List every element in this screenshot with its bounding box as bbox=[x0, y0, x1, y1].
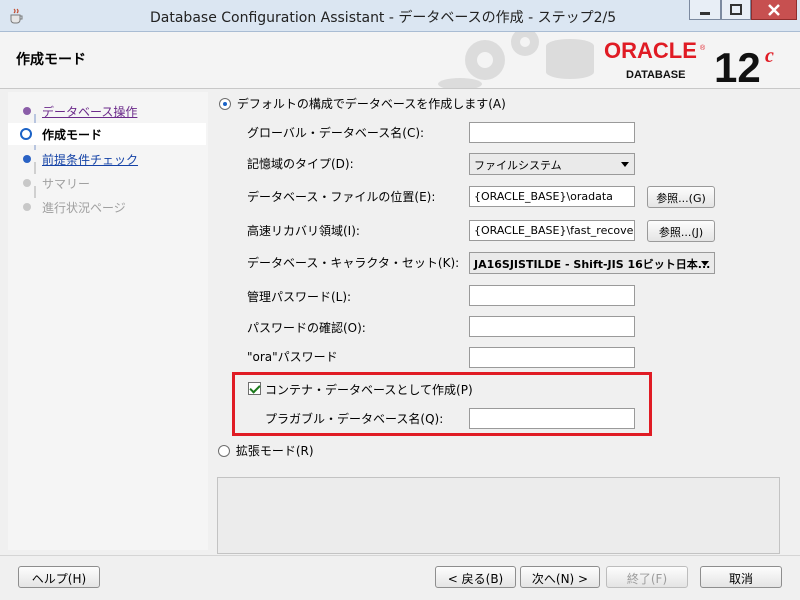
close-icon bbox=[768, 4, 780, 16]
step-pending-icon bbox=[23, 155, 31, 163]
step-disabled-icon bbox=[23, 203, 31, 211]
charset-label: データベース・キャラクタ・セット(K): bbox=[247, 256, 460, 270]
storage-type-value: ファイルシステム bbox=[474, 159, 562, 172]
gears-decoration-icon bbox=[438, 32, 594, 88]
storage-type-label: 記憶域のタイプ(D): bbox=[247, 157, 354, 171]
svg-text:ORACLE: ORACLE bbox=[604, 38, 697, 63]
finish-button: 終了(F) bbox=[606, 566, 688, 588]
svg-text:®: ® bbox=[700, 44, 706, 52]
db-file-browse-button[interactable]: 参照...(G) bbox=[647, 186, 715, 208]
minimize-icon bbox=[700, 12, 710, 15]
nav-item-summary: サマリー bbox=[8, 172, 206, 194]
nav-item-prerequisite-check[interactable]: 前提条件チェック bbox=[8, 148, 206, 170]
admin-password-input[interactable] bbox=[469, 285, 635, 306]
ora-password-input[interactable] bbox=[469, 347, 635, 368]
confirm-password-label: パスワードの確認(O): bbox=[247, 321, 366, 335]
divider bbox=[0, 555, 800, 556]
nav-item-progress: 進行状況ページ bbox=[8, 196, 206, 218]
svg-text:DATABASE: DATABASE bbox=[626, 69, 685, 81]
description-panel bbox=[217, 477, 780, 554]
step-disabled-icon bbox=[23, 179, 31, 187]
nav-item-label: データベース操作 bbox=[42, 105, 138, 119]
java-cup-icon bbox=[10, 8, 23, 24]
minimize-button[interactable] bbox=[689, 0, 721, 20]
nav-item-label: 作成モード bbox=[42, 128, 103, 142]
step-header: 作成モード ORACLE ® DATABASE 12 c bbox=[0, 32, 800, 89]
global-db-name-label: グローバル・データベース名(C): bbox=[247, 126, 425, 140]
radio-selected-icon bbox=[219, 98, 231, 110]
close-button[interactable] bbox=[751, 0, 797, 20]
nav-item-label: サマリー bbox=[42, 177, 91, 191]
advanced-mode-label: 拡張モード(R) bbox=[235, 444, 314, 458]
charset-select[interactable]: JA16SJISTILDE - Shift-JIS 16ビット日本... bbox=[469, 252, 715, 274]
ora-password-label: "ora"パスワード bbox=[247, 350, 338, 364]
fra-browse-button[interactable]: 参照...(J) bbox=[647, 220, 715, 242]
nav-item-label: 進行状況ページ bbox=[42, 201, 126, 215]
advanced-mode-radio[interactable]: 拡張モード(R) bbox=[218, 442, 314, 460]
window-title: Database Configuration Assistant - データベー… bbox=[150, 10, 617, 26]
pdb-name-label: プラガブル・データベース名(Q): bbox=[265, 412, 444, 426]
default-mode-label: デフォルトの構成でデータベースを作成します(A) bbox=[236, 97, 506, 111]
maximize-button[interactable] bbox=[721, 0, 751, 20]
maximize-icon bbox=[730, 4, 742, 15]
dropdown-arrow-icon bbox=[701, 261, 709, 266]
container-db-checkbox[interactable] bbox=[248, 382, 261, 395]
title-bar: Database Configuration Assistant - データベー… bbox=[0, 0, 800, 32]
step-navigation: データベース操作 作成モード 前提条件チェック サマリー 進行状況ページ bbox=[8, 92, 208, 550]
admin-password-label: 管理パスワード(L): bbox=[247, 290, 352, 304]
step-done-icon bbox=[23, 107, 31, 115]
global-db-name-input[interactable] bbox=[469, 122, 635, 143]
cancel-button[interactable]: 取消 bbox=[700, 566, 782, 588]
container-db-label: コンテナ・データベースとして作成(P) bbox=[265, 383, 473, 397]
next-button[interactable]: 次へ(N) > bbox=[520, 566, 600, 588]
svg-text:12: 12 bbox=[714, 44, 761, 86]
svg-text:c: c bbox=[765, 45, 774, 67]
storage-type-select[interactable]: ファイルシステム bbox=[469, 153, 635, 175]
page-title: 作成モード bbox=[16, 52, 86, 68]
help-button[interactable]: ヘルプ(H) bbox=[18, 566, 100, 588]
fra-label: 高速リカバリ領域(I): bbox=[247, 224, 360, 238]
nav-item-label: 前提条件チェック bbox=[42, 153, 139, 167]
nav-item-database-operation[interactable]: データベース操作 bbox=[8, 100, 206, 122]
default-mode-radio[interactable]: デフォルトの構成でデータベースを作成します(A) bbox=[219, 95, 506, 113]
back-button[interactable]: < 戻る(B) bbox=[435, 566, 516, 588]
db-file-location-label: データベース・ファイルの位置(E): bbox=[247, 190, 436, 204]
nav-item-creation-mode[interactable]: 作成モード bbox=[8, 123, 206, 145]
oracle-database-logo: ORACLE ® DATABASE 12 c bbox=[604, 38, 774, 86]
pdb-name-input[interactable] bbox=[469, 408, 635, 429]
main-panel: デフォルトの構成でデータベースを作成します(A) グローバル・データベース名(C… bbox=[209, 92, 791, 554]
step-current-icon bbox=[20, 128, 32, 140]
db-file-location-input[interactable]: {ORACLE_BASE}\oradata bbox=[469, 186, 635, 207]
dropdown-arrow-icon bbox=[621, 162, 629, 167]
fra-input[interactable]: {ORACLE_BASE}\fast_recove bbox=[469, 220, 635, 241]
charset-value: JA16SJISTILDE - Shift-JIS 16ビット日本... bbox=[474, 258, 711, 271]
confirm-password-input[interactable] bbox=[469, 316, 635, 337]
radio-unselected-icon bbox=[218, 445, 230, 457]
